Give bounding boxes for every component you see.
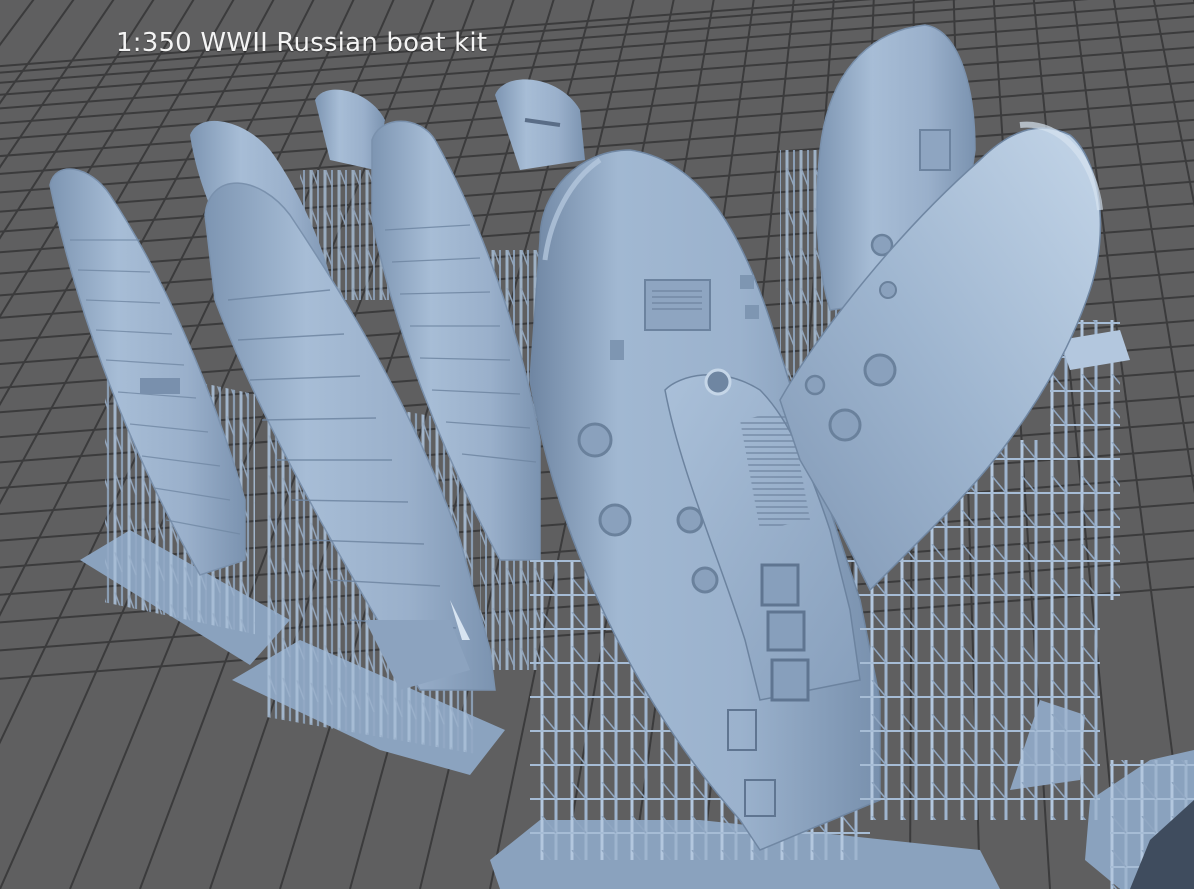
scene-3d-view[interactable] xyxy=(0,0,1194,889)
viewport-title-label: 1:350 WWII Russian boat kit xyxy=(116,28,488,58)
slicer-viewport[interactable]: 1:350 WWII Russian boat kit xyxy=(0,0,1194,889)
boat-hull-partial-bottom-right xyxy=(1110,760,1194,889)
